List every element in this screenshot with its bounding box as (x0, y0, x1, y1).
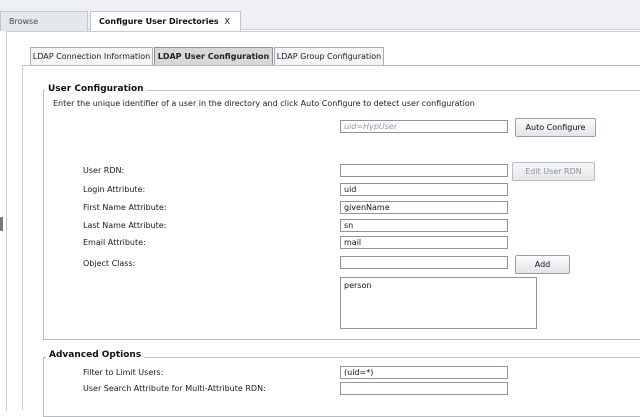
first-name-attribute-label: First Name Attribute: (83, 203, 167, 212)
filter-to-limit-users-label: Filter to Limit Users: (83, 368, 164, 377)
user-configuration-legend: User Configuration (45, 83, 147, 95)
tab-browse-label: Browse (9, 17, 39, 26)
login-attribute-input[interactable] (340, 183, 508, 196)
splitter-handle[interactable] (0, 217, 3, 231)
tab-ldap-group-configuration[interactable]: LDAP Group Configuration (274, 47, 384, 66)
edit-user-rdn-button[interactable]: Edit User RDN (512, 162, 595, 181)
first-name-attribute-input[interactable] (340, 201, 508, 214)
user-search-attribute-input[interactable] (340, 382, 508, 395)
filter-to-limit-users-input[interactable] (340, 366, 508, 379)
object-class-list[interactable]: person (340, 277, 537, 329)
close-icon[interactable]: X (224, 17, 229, 26)
tab-configure-user-directories[interactable]: Configure User Directories X (90, 11, 241, 31)
add-object-class-button[interactable]: Add (515, 255, 570, 274)
auto-configure-button[interactable]: Auto Configure (515, 118, 596, 137)
email-attribute-input[interactable] (340, 236, 508, 249)
user-identifier-input[interactable] (340, 120, 508, 133)
tab-ldap-group-label: LDAP Group Configuration (276, 52, 382, 61)
user-search-attribute-label: User Search Attribute for Multi-Attribut… (83, 384, 266, 393)
email-attribute-label: Email Attribute: (83, 238, 146, 247)
tab-ldap-user-configuration[interactable]: LDAP User Configuration (154, 47, 273, 66)
last-name-attribute-label: Last Name Attribute: (83, 221, 167, 230)
user-rdn-input[interactable] (340, 164, 508, 177)
object-class-label: Object Class: (83, 259, 136, 268)
object-class-input[interactable] (340, 256, 508, 269)
tab-browse[interactable]: Browse (0, 11, 88, 31)
tab-ldap-user-label: LDAP User Configuration (157, 52, 270, 61)
tab-configure-label: Configure User Directories (99, 17, 219, 26)
last-name-attribute-input[interactable] (340, 219, 508, 232)
instruction-text: Enter the unique identifier of a user in… (53, 99, 475, 108)
login-attribute-label: Login Attribute: (83, 185, 146, 194)
user-rdn-label: User RDN: (83, 166, 125, 175)
tab-ldap-connection-label: LDAP Connection Information (32, 52, 151, 61)
tab-ldap-connection-information[interactable]: LDAP Connection Information (30, 47, 153, 66)
advanced-options-legend: Advanced Options (46, 349, 145, 361)
